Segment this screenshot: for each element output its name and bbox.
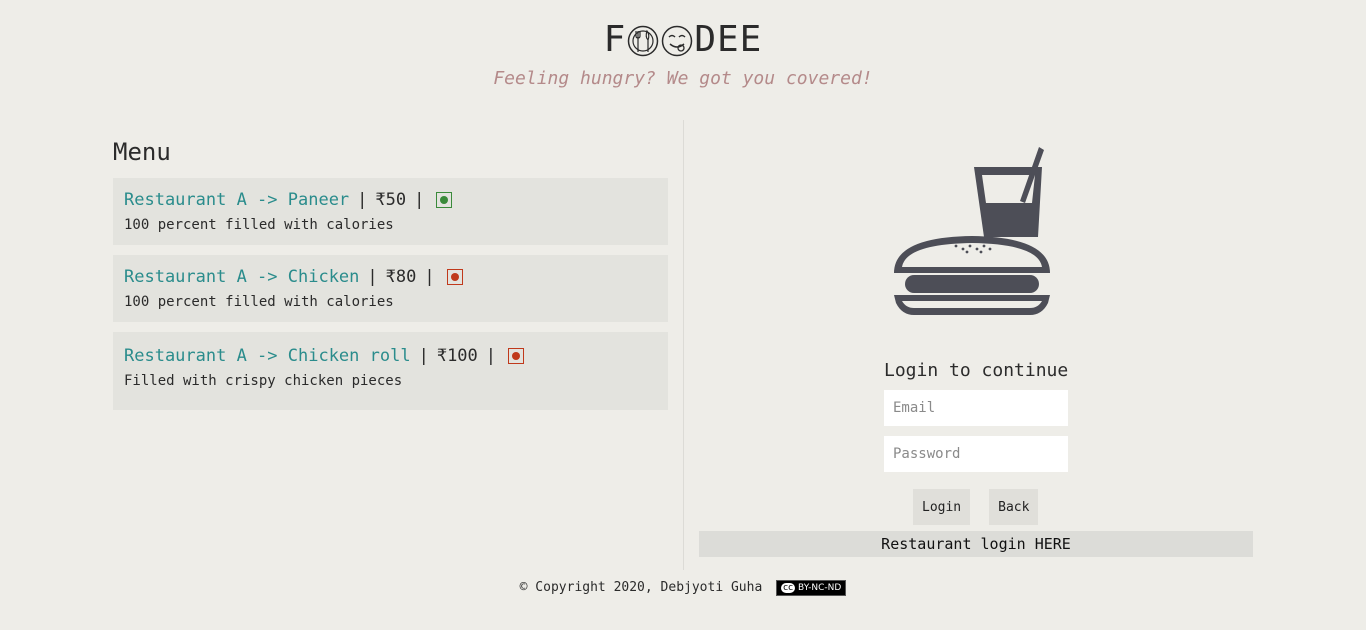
email-field[interactable]	[884, 390, 1068, 426]
plate-utensils-icon	[628, 25, 659, 57]
brand-logo: F DEE	[0, 20, 1366, 60]
menu-item-name[interactable]: Restaurant A -> Chicken roll	[124, 344, 411, 368]
menu-item: Restaurant A -> Chicken | ₹80 | 100 perc…	[113, 255, 668, 322]
column-divider	[683, 120, 684, 570]
non-veg-icon	[508, 348, 525, 364]
separator: |	[424, 267, 435, 287]
brand-suffix: DEE	[694, 19, 763, 60]
menu-item: Restaurant A -> Paneer | ₹50 | 100 perce…	[113, 178, 668, 245]
menu-item-price: ₹100	[436, 346, 478, 366]
burger-drink-icon	[894, 147, 1050, 315]
menu-section: Menu Restaurant A -> Paneer | ₹50 | 100 …	[113, 136, 668, 420]
smiley-tongue-icon	[662, 25, 693, 57]
login-title: Login to continue	[884, 360, 1069, 381]
login-button[interactable]: Login	[913, 489, 971, 525]
login-actions: Login Back	[913, 489, 1039, 525]
separator: |	[485, 346, 497, 366]
login-form: Login to continue	[884, 358, 1068, 482]
separator: |	[418, 346, 429, 366]
cc-icon: cc	[781, 582, 796, 593]
separator: |	[367, 267, 378, 287]
menu-item-price: ₹50	[375, 190, 407, 210]
menu-item-description: Filled with crispy chicken pieces	[124, 373, 403, 389]
copyright-text: © Copyright 2020, Debjyoti Guha	[519, 580, 763, 595]
license-text: BY-NC-ND	[798, 582, 842, 593]
menu-item-name[interactable]: Restaurant A -> Paneer	[124, 188, 349, 212]
restaurant-login-link[interactable]: Restaurant login HERE	[699, 531, 1253, 557]
footer: © Copyright 2020, Debjyoti Guha cc BY-NC-…	[0, 579, 1366, 597]
password-field[interactable]	[884, 436, 1068, 472]
menu-item-description: 100 percent filled with calories	[124, 294, 394, 310]
tagline: Feeling hungry? We got you covered!	[493, 68, 873, 89]
non-veg-icon	[446, 269, 463, 285]
menu-title: Menu	[113, 138, 171, 166]
veg-icon	[436, 192, 453, 208]
back-button[interactable]: Back	[989, 489, 1039, 525]
separator: |	[357, 190, 368, 210]
brand-prefix: F	[603, 19, 627, 60]
license-badge[interactable]: cc BY-NC-ND	[776, 579, 847, 596]
menu-item-price: ₹80	[385, 267, 417, 287]
menu-item-description: 100 percent filled with calories	[124, 217, 394, 233]
separator: |	[414, 190, 425, 210]
menu-item-name[interactable]: Restaurant A -> Chicken	[124, 265, 359, 289]
menu-item: Restaurant A -> Chicken roll | ₹100 | Fi…	[113, 332, 668, 410]
